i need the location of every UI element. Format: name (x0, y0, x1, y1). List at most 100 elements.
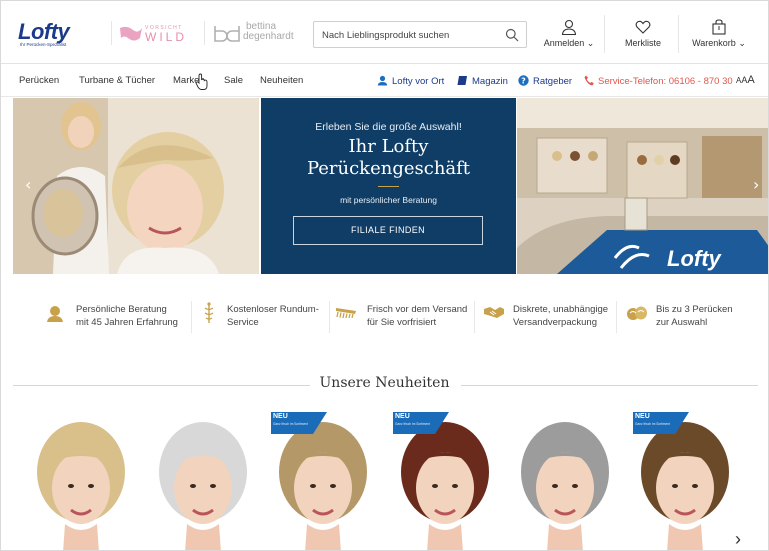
hero-subtitle: mit persönlicher Beratung (340, 195, 437, 205)
product-image (37, 422, 125, 550)
vorsicht-wild-logo[interactable]: VORSICHT WILD (119, 23, 199, 45)
service-phone-link[interactable]: Service-Telefon: 06106 - 870 30 (584, 75, 733, 87)
chevron-down-icon: ⌄ (738, 38, 746, 48)
neu-badge: NEU Ganz frisch im Sortiment (633, 412, 689, 434)
consultant-icon (47, 306, 63, 322)
product-card[interactable] (29, 412, 133, 550)
store-locator-link[interactable]: Lofty vor Ort (377, 75, 444, 87)
heart-icon (635, 20, 651, 34)
usp-line1: Persönliche Beratung (76, 304, 167, 315)
help-icon: ? (518, 75, 529, 86)
browser-viewport: Lofty Ihr Perücken-Spezialist VORSICHT W… (0, 0, 769, 551)
nav-item-peruecken[interactable]: Perücken (19, 75, 59, 86)
usp-line1: Frisch vor dem Versand (367, 304, 468, 315)
hero-text-panel: Erleben Sie die große Auswahl! Ihr Lofty… (261, 98, 516, 274)
usp-bar: Persönliche Beratung mit 45 Jahren Erfah… (1, 297, 768, 337)
hero-photo-wig-customer: ‹ (13, 98, 259, 274)
main-navigation: Perücken Turbane & Tücher Marken Sale Ne… (1, 65, 768, 97)
user-icon (561, 19, 577, 35)
product-card[interactable] (513, 412, 617, 550)
usp-divider (474, 301, 475, 333)
usp-item: Kostenloser Rundum- Service (203, 297, 328, 333)
neu-badge: NEU Ganz frisch im Sortiment (271, 412, 327, 434)
product-card[interactable] (151, 412, 255, 550)
wild-text: WILD (145, 30, 187, 44)
login-button[interactable]: Anmelden ⌄ (541, 19, 597, 49)
phone-icon (584, 75, 594, 86)
search-box[interactable] (313, 21, 527, 48)
usp-line1: Bis zu 3 Perücken (656, 304, 733, 315)
magazine-link[interactable]: Magazin (457, 75, 508, 87)
hero-title-line2: Perückengeschäft (306, 158, 471, 179)
cart-label: Warenkorb (692, 38, 736, 48)
neu-badge-sublabel: Ganz frisch im Sortiment (395, 422, 430, 426)
usp-divider (616, 301, 617, 333)
lofty-logo[interactable]: Lofty Ihr Perücken-Spezialist (18, 19, 110, 49)
hero-title-line1: Ihr Lofty (348, 136, 429, 157)
bettina-degenhardt-logo[interactable]: bettina degenhardt (213, 21, 305, 46)
magazine-label: Magazin (472, 76, 508, 87)
carousel-next-arrow-icon[interactable]: › (735, 529, 741, 550)
hero-image-customer: ‹ (13, 98, 259, 274)
wishlist-label: Merkliste (624, 38, 661, 48)
usp-line2: für Sie vorfrisiert (367, 317, 437, 328)
usp-line2: zur Auswahl (656, 317, 708, 328)
product-image (521, 422, 609, 550)
usp-divider (329, 301, 330, 333)
product-card[interactable]: NEU Ganz frisch im Sortiment (271, 412, 375, 550)
find-store-button[interactable]: FILIALE FINDEN (293, 216, 483, 245)
guide-link[interactable]: ? Ratgeber (518, 75, 572, 87)
usp-line2: Versandverpackung (513, 317, 597, 328)
hero-kicker: Erleben Sie die große Auswahl! (315, 121, 462, 133)
hero-image-store: Lofty › (517, 98, 768, 274)
hero-photo-store-interior: Lofty › (517, 98, 768, 274)
usp-line2: mit 45 Jahren Erfahrung (76, 317, 178, 328)
caduceus-icon (204, 302, 214, 323)
section-rule-right (461, 385, 758, 386)
svg-text:›: › (753, 175, 759, 194)
header-divider (678, 15, 679, 53)
svg-text:?: ? (521, 76, 526, 85)
product-card[interactable]: NEU Ganz frisch im Sortiment (633, 412, 737, 550)
header-divider (111, 21, 112, 45)
header-divider (604, 15, 605, 53)
shopping-bag-icon (712, 19, 726, 35)
logo-tagline: Ihr Perücken-Spezialist (20, 42, 67, 47)
hero-banner: ‹ Erleben Sie die große Auswahl! Ihr Lof… (13, 98, 768, 274)
neu-badge-label: NEU (635, 413, 650, 420)
section-title: Unsere Neuheiten (319, 375, 450, 391)
neu-badge-sublabel: Ganz frisch im Sortiment (273, 422, 308, 426)
font-size-large[interactable]: A (747, 74, 754, 86)
hero-divider (378, 186, 399, 187)
store-locator-label: Lofty vor Ort (392, 76, 445, 87)
nav-item-neuheiten[interactable]: Neuheiten (260, 75, 303, 86)
usp-line1: Diskrete, unabhängige (513, 304, 609, 315)
service-phone-label: Service-Telefon: 06106 - 870 30 (598, 76, 733, 87)
wigs-icon (627, 306, 647, 320)
usp-item: Bis zu 3 Perücken zur Auswahl (626, 297, 746, 333)
neu-badge-label: NEU (273, 413, 288, 420)
hand-cursor-icon (195, 73, 208, 90)
usp-line2: Service (227, 317, 259, 328)
cart-button[interactable]: Warenkorb ⌄ (687, 19, 751, 49)
product-image (159, 422, 247, 550)
person-pin-icon (377, 75, 388, 86)
search-icon[interactable] (505, 28, 519, 42)
store-floor-sign: Lofty (667, 246, 723, 271)
login-label: Anmelden (543, 38, 585, 48)
search-input[interactable] (322, 27, 497, 43)
product-card[interactable]: NEU Ganz frisch im Sortiment (393, 412, 497, 550)
guide-label: Ratgeber (533, 76, 573, 87)
header-divider (204, 21, 205, 45)
neu-badge-sublabel: Ganz frisch im Sortiment (635, 422, 670, 426)
nav-item-turbane[interactable]: Turbane & Tücher (79, 75, 155, 86)
nav-item-sale[interactable]: Sale (224, 75, 243, 86)
neu-badge-label: NEU (395, 413, 410, 420)
site-header: Lofty Ihr Perücken-Spezialist VORSICHT W… (1, 1, 768, 64)
wishlist-button[interactable]: Merkliste (614, 19, 672, 49)
font-size-toggle[interactable]: AAA (736, 74, 755, 86)
bd-monogram-icon (214, 26, 240, 42)
usp-item: Persönliche Beratung mit 45 Jahren Erfah… (46, 297, 196, 333)
handshake-icon (484, 307, 504, 318)
usp-line1: Kostenloser Rundum- (227, 304, 319, 315)
